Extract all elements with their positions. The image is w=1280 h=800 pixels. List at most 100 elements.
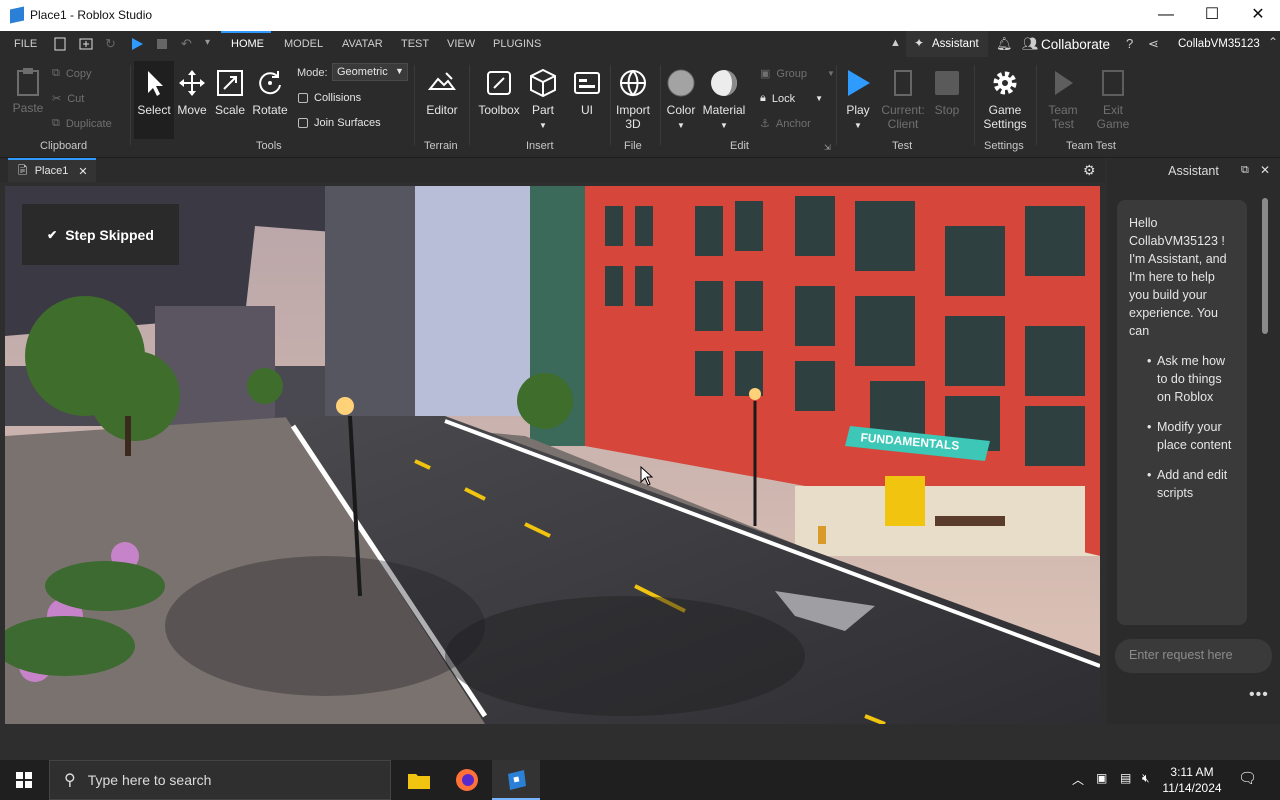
stop-button[interactable]: Stop [930, 67, 964, 117]
firefox-taskbar-button[interactable] [443, 760, 491, 800]
overflow-icon[interactable]: ⌃ [1268, 35, 1278, 49]
material-button[interactable]: Material ▼ [702, 67, 746, 131]
windows-start-icon[interactable] [16, 772, 32, 788]
collaborate-label[interactable]: Collaborate [1041, 37, 1110, 52]
taskbar-clock[interactable]: 3:11 AM 11/14/2024 [1162, 764, 1222, 796]
roblox-studio-taskbar-button[interactable] [492, 760, 540, 800]
cut-button[interactable]: ✂ Cut [52, 92, 84, 106]
divider [469, 65, 470, 145]
new-file-icon[interactable] [54, 37, 66, 51]
current-client-button[interactable]: Current: Client [880, 67, 926, 131]
exit-game-button[interactable]: Exit Game [1092, 67, 1134, 131]
minimize-button[interactable]: — [1146, 4, 1186, 26]
tab-view[interactable]: VIEW [447, 38, 475, 50]
join-surfaces-checkbox[interactable]: Join Surfaces [298, 117, 381, 129]
undock-icon[interactable]: ⧉ [1241, 164, 1249, 177]
window-title-bar: Place1 - Roblox Studio — ☐ ✕ [0, 0, 1280, 31]
assistant-toggle-button[interactable]: ✦ Assistant [906, 31, 988, 57]
close-panel-icon[interactable]: ✕ [1260, 163, 1270, 177]
chevron-down-icon: ▼ [539, 121, 547, 130]
paste-button[interactable]: Paste [12, 65, 44, 115]
collapse-ribbon-icon[interactable]: ▲ [890, 37, 901, 49]
close-tab-icon[interactable]: ✕ [78, 165, 87, 178]
firefox-icon [456, 769, 478, 791]
play-label: Play [846, 103, 870, 117]
import-3d-button[interactable]: Import 3D [612, 67, 654, 131]
help-icon[interactable]: ? [1126, 36, 1133, 51]
notifications-icon[interactable]: 🔔︎ [996, 36, 1013, 52]
assistant-request-input[interactable]: Enter request here [1115, 639, 1272, 673]
mode-dropdown-value: Geometric [337, 66, 388, 78]
lock-button[interactable]: 🔒︎ Lock ▼ [760, 92, 823, 105]
exit-icon [1102, 70, 1124, 96]
folder-icon [408, 774, 430, 789]
scale-tool-button[interactable]: Scale [214, 67, 246, 117]
copy-button[interactable]: ⧉ Copy [52, 67, 92, 80]
move-tool-button[interactable]: Move [176, 67, 208, 117]
duplicate-button[interactable]: ⧉ Duplicate [52, 117, 112, 130]
username-label[interactable]: CollabVM35123 [1178, 38, 1260, 50]
collaborate-icon[interactable]: 👥︎ [1022, 36, 1039, 52]
viewport-settings-gear-icon[interactable]: ⚙ [1083, 162, 1096, 179]
undo-icon[interactable]: ↶ [181, 36, 192, 52]
collisions-checkbox[interactable]: Collisions [298, 92, 361, 104]
taskbar-search-box[interactable]: ⚲ Type here to search [49, 760, 391, 800]
mode-dropdown[interactable]: Geometric ▼ [332, 63, 408, 81]
ui-window-icon [574, 72, 600, 94]
play-quick-icon[interactable] [130, 37, 144, 51]
rotate-tool-button[interactable]: Rotate [252, 67, 288, 117]
game-settings-button[interactable]: Game Settings [980, 67, 1030, 131]
tab-plugins[interactable]: PLUGINS [493, 38, 541, 50]
file-explorer-taskbar-button[interactable] [395, 760, 443, 800]
place-file-icon: 📄︎ [16, 165, 29, 176]
expand-group-icon[interactable]: ⇲ [824, 143, 831, 152]
redo-icon[interactable]: ↻ [105, 36, 116, 52]
window-title: Place1 - Roblox Studio [30, 8, 153, 22]
network-status-icon[interactable]: ▣ [1096, 771, 1107, 785]
select-tool-button[interactable]: Select [134, 61, 174, 139]
anchor-button[interactable]: ⚓︎ Anchor [760, 117, 811, 131]
3d-viewport[interactable]: FUNDAMENTALS [5, 186, 1100, 724]
tab-model[interactable]: MODEL [284, 38, 323, 50]
select-label: Select [137, 103, 171, 117]
share-icon[interactable]: ⋖ [1148, 36, 1159, 52]
group-button[interactable]: ▣ Group ▼ [760, 67, 835, 81]
toolbox-button[interactable]: Toolbox [477, 67, 521, 117]
part-label: Part [531, 103, 554, 117]
lock-icon: 🔒︎ [760, 92, 766, 104]
play-button[interactable]: Play ▼ [840, 67, 876, 131]
tab-test[interactable]: TEST [401, 38, 429, 50]
volume-muted-icon[interactable]: 🔇︎ [1142, 771, 1150, 786]
cube-icon [530, 68, 556, 98]
tab-avatar[interactable]: AVATAR [342, 38, 383, 50]
terrain-editor-button[interactable]: Editor [420, 67, 464, 117]
editor-label: Editor [426, 103, 458, 117]
color-button[interactable]: Color ▼ [664, 67, 698, 131]
assistant-scrollbar[interactable] [1262, 198, 1268, 334]
maximize-button[interactable]: ☐ [1192, 4, 1232, 26]
close-button[interactable]: ✕ [1238, 4, 1278, 26]
tab-home[interactable]: HOME [231, 38, 264, 50]
file-menu[interactable]: FILE [14, 38, 37, 50]
assistant-intro-text: Hello CollabVM35123 ! I'm Assistant, and… [1129, 216, 1227, 338]
team-test-button[interactable]: Team Test [1042, 67, 1084, 131]
ribbon-home: Paste ⧉ Copy ✂ Cut ⧉ Duplicate Clipboard Se… [0, 57, 1280, 158]
publish-icon[interactable] [79, 37, 93, 51]
stop-quick-icon[interactable] [156, 38, 168, 50]
assistant-panel-header: Assistant ⧉ ✕ [1107, 158, 1280, 184]
material-sphere-icon [711, 70, 737, 96]
test-group-label: Test [892, 140, 913, 152]
system-tray-app-icon[interactable]: ▤ [1120, 771, 1131, 785]
divider [836, 65, 837, 145]
menu-tab-row: FILE ↻ ↶ ▾ HOME MODEL AVATAR TEST VIEW P… [0, 31, 1280, 57]
doc-tab-place1[interactable]: 📄︎ Place1 ✕ [8, 158, 96, 182]
switch-client-icon [894, 70, 912, 96]
play-icon [848, 70, 870, 96]
show-hidden-icons-icon[interactable]: ︿ [1072, 771, 1084, 788]
notifications-center-icon[interactable]: 🗨︎ [1238, 769, 1257, 787]
more-options-icon[interactable]: ••• [1249, 686, 1269, 704]
part-button[interactable]: Part ▼ [526, 67, 560, 131]
ui-button[interactable]: UI [570, 67, 604, 117]
mouse-cursor-icon [640, 466, 654, 486]
quick-access-dropdown-icon[interactable]: ▾ [205, 37, 210, 48]
